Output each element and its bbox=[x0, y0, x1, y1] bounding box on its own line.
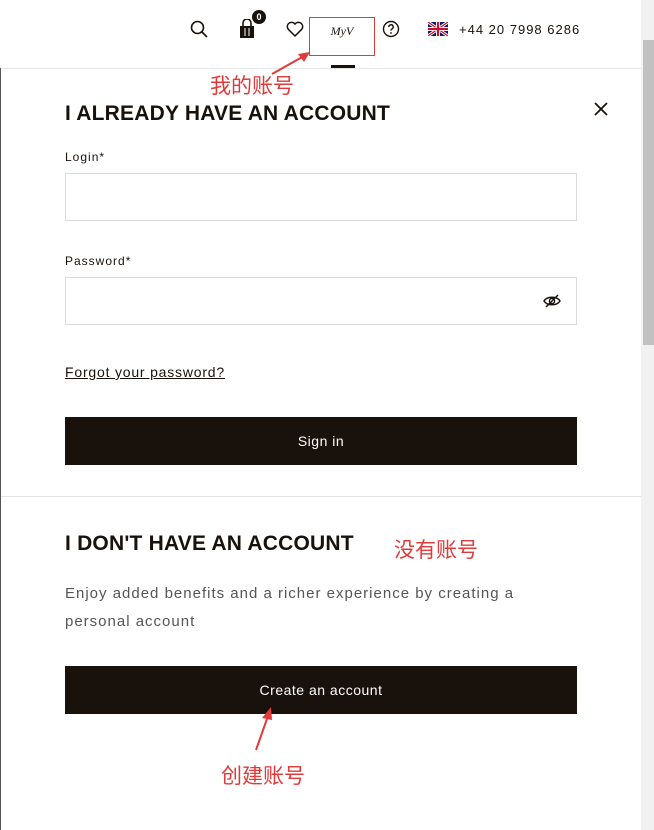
search-icon[interactable] bbox=[188, 18, 210, 40]
site-header: 0 MyV +44 20 7998 6286 bbox=[0, 0, 641, 69]
login-section-title: I ALREADY HAVE AN ACCOUNT bbox=[65, 102, 391, 125]
sign-in-button[interactable]: Sign in bbox=[65, 417, 577, 465]
heart-icon[interactable] bbox=[284, 18, 306, 40]
password-input[interactable] bbox=[65, 277, 577, 325]
annotation-create-account: 创建账号 bbox=[221, 764, 305, 788]
close-icon[interactable] bbox=[590, 98, 612, 120]
login-input[interactable] bbox=[65, 173, 577, 221]
shopping-bag-icon[interactable]: 0 bbox=[236, 10, 266, 40]
annotation-my-account: 我的账号 bbox=[210, 74, 294, 98]
help-icon[interactable] bbox=[380, 18, 402, 40]
myv-icon: MyV bbox=[330, 24, 354, 38]
register-description: Enjoy added benefits and a richer experi… bbox=[65, 585, 515, 630]
password-label: Password* bbox=[65, 254, 132, 268]
annotation-arrow-create-account bbox=[255, 707, 272, 751]
forgot-password-link[interactable]: Forgot your password? bbox=[65, 364, 225, 380]
phone-number[interactable]: +44 20 7998 6286 bbox=[459, 22, 580, 37]
login-label: Login* bbox=[65, 150, 106, 164]
section-divider bbox=[1, 496, 641, 497]
cart-count-badge: 0 bbox=[252, 10, 266, 24]
uk-flag-icon[interactable] bbox=[428, 22, 448, 36]
my-account-button[interactable]: MyV bbox=[309, 17, 375, 56]
panel-edge bbox=[0, 68, 1, 830]
create-account-button[interactable]: Create an account bbox=[65, 666, 577, 714]
scrollbar-thumb[interactable] bbox=[643, 40, 654, 345]
active-tab-underline bbox=[331, 65, 355, 68]
register-section-title: I DON'T HAVE AN ACCOUNT bbox=[65, 532, 354, 555]
eye-hidden-icon[interactable] bbox=[543, 293, 561, 309]
page: 0 MyV +44 20 7998 6286 我的账号 I ALREADY HA… bbox=[0, 0, 654, 830]
annotation-no-account: 没有账号 bbox=[394, 538, 478, 562]
